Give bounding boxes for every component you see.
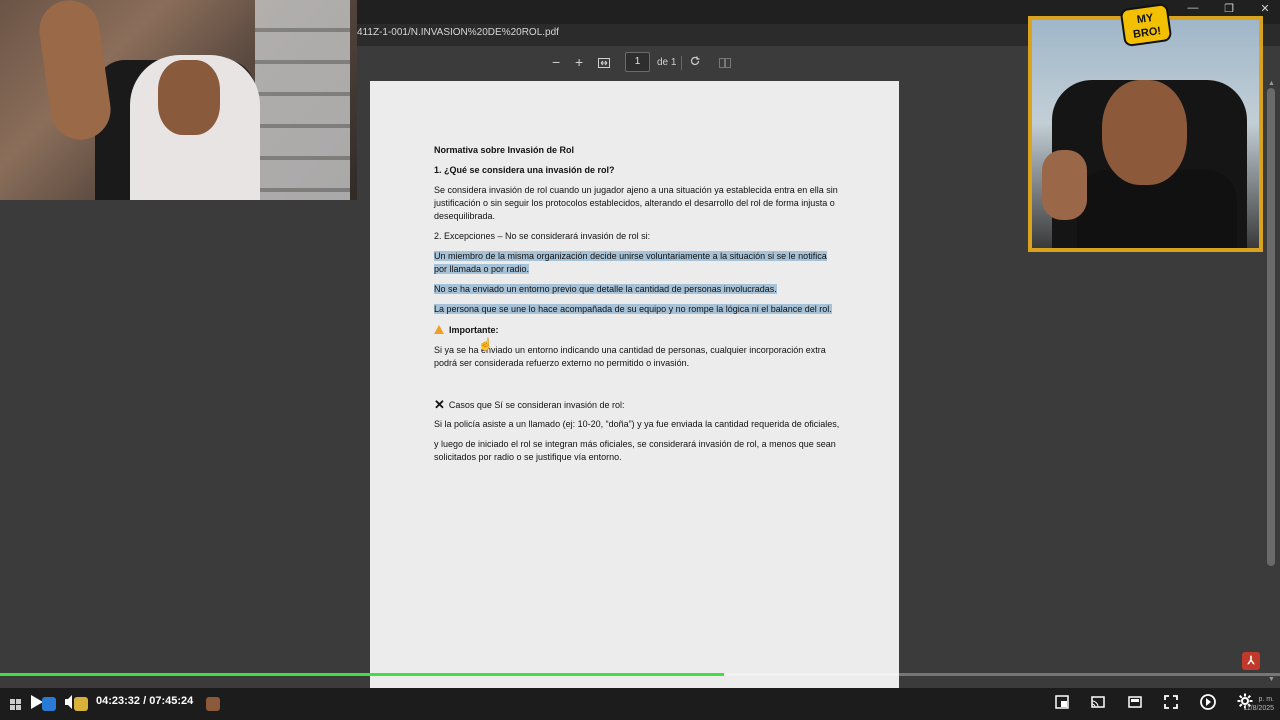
page-number-input[interactable]: 1: [625, 52, 650, 72]
cast-icon[interactable]: [1091, 695, 1105, 714]
shoe-shelf: [255, 0, 350, 200]
minimize-button[interactable]: —: [1186, 2, 1200, 15]
scroll-up-icon[interactable]: ▲: [1268, 80, 1275, 87]
edge-taskbar-icon[interactable]: [42, 697, 56, 711]
section1-heading: 1. ¿Qué se considera una invasión de rol…: [434, 165, 615, 175]
video-time: 04:23:32 / 07:45:24: [96, 695, 194, 707]
pdf-scrollbar[interactable]: [1267, 88, 1275, 566]
fullscreen-icon[interactable]: [1164, 695, 1178, 714]
cases-heading: Casos que Sí se consideran invasión de r…: [448, 400, 625, 410]
cross-icon: ✕: [434, 397, 445, 412]
zoom-in-button[interactable]: +: [575, 55, 583, 69]
important-body: Si ya se ha enviado un entorno indicando…: [434, 345, 826, 368]
raised-arm: [35, 0, 115, 144]
streamer-head: [158, 60, 220, 135]
two-page-view-icon[interactable]: [719, 56, 731, 70]
warning-icon: [434, 325, 444, 334]
section1-body: Se considera invasión de rol cuando un j…: [434, 185, 838, 221]
windows-start-icon[interactable]: [10, 697, 21, 715]
video-progress-bar[interactable]: [0, 673, 1280, 676]
case-line-1: Si la policía asiste a un llamado (ej: 1…: [434, 419, 840, 429]
miniplayer-icon[interactable]: [1055, 695, 1069, 714]
exception-item: No se ha enviado un entorno previo que d…: [434, 284, 777, 294]
current-time: 04:23:32: [96, 695, 141, 707]
speed-icon[interactable]: [1199, 693, 1217, 716]
my-bro-badge-logo: MY BRO!: [1119, 2, 1173, 48]
page-count-label: de 1: [657, 57, 677, 68]
system-clock: p. m. 11/8/2025: [1243, 696, 1274, 712]
zoom-out-button[interactable]: −: [552, 55, 560, 69]
rotate-icon[interactable]: [689, 55, 701, 69]
toolbar-divider: [681, 56, 682, 70]
streamer-head: [1102, 80, 1187, 185]
maximize-button[interactable]: ❐: [1222, 2, 1236, 15]
important-label: Importante:: [449, 325, 499, 335]
close-button[interactable]: ✕: [1258, 2, 1272, 15]
window-controls: — ❐ ✕: [1186, 2, 1272, 15]
case-line-2: y luego de iniciado el rol se integran m…: [434, 439, 836, 462]
section2-heading: 2. Excepciones – No se considerará invas…: [434, 231, 651, 241]
streamer-webcam-right: [1028, 16, 1263, 252]
exception-item: La persona que se une lo hace acompañada…: [434, 304, 832, 314]
mouse-cursor-icon: ☝: [478, 337, 493, 351]
document-title: Normativa sobre Invasión de Rol: [434, 145, 575, 155]
streamer-hand: [1042, 150, 1087, 220]
folder-taskbar-icon[interactable]: [74, 697, 88, 711]
app-taskbar-icon[interactable]: [206, 697, 220, 711]
total-time: 07:45:24: [149, 695, 194, 707]
screen: — ❐ ✕ 411Z-1-001/N.INVASION%20DE%20ROL.p…: [0, 0, 1280, 720]
theater-mode-icon[interactable]: [1128, 695, 1142, 714]
streamer-webcam-left: [0, 0, 357, 200]
pdf-url-text[interactable]: 411Z-1-001/N.INVASION%20DE%20ROL.pdf: [357, 27, 559, 38]
exception-item: Un miembro de la misma organización deci…: [434, 251, 827, 274]
fit-page-icon[interactable]: [598, 56, 610, 70]
scroll-down-icon[interactable]: ▼: [1268, 676, 1275, 683]
acrobat-icon[interactable]: ⅄: [1242, 652, 1260, 670]
video-progress-fill: [0, 673, 725, 676]
